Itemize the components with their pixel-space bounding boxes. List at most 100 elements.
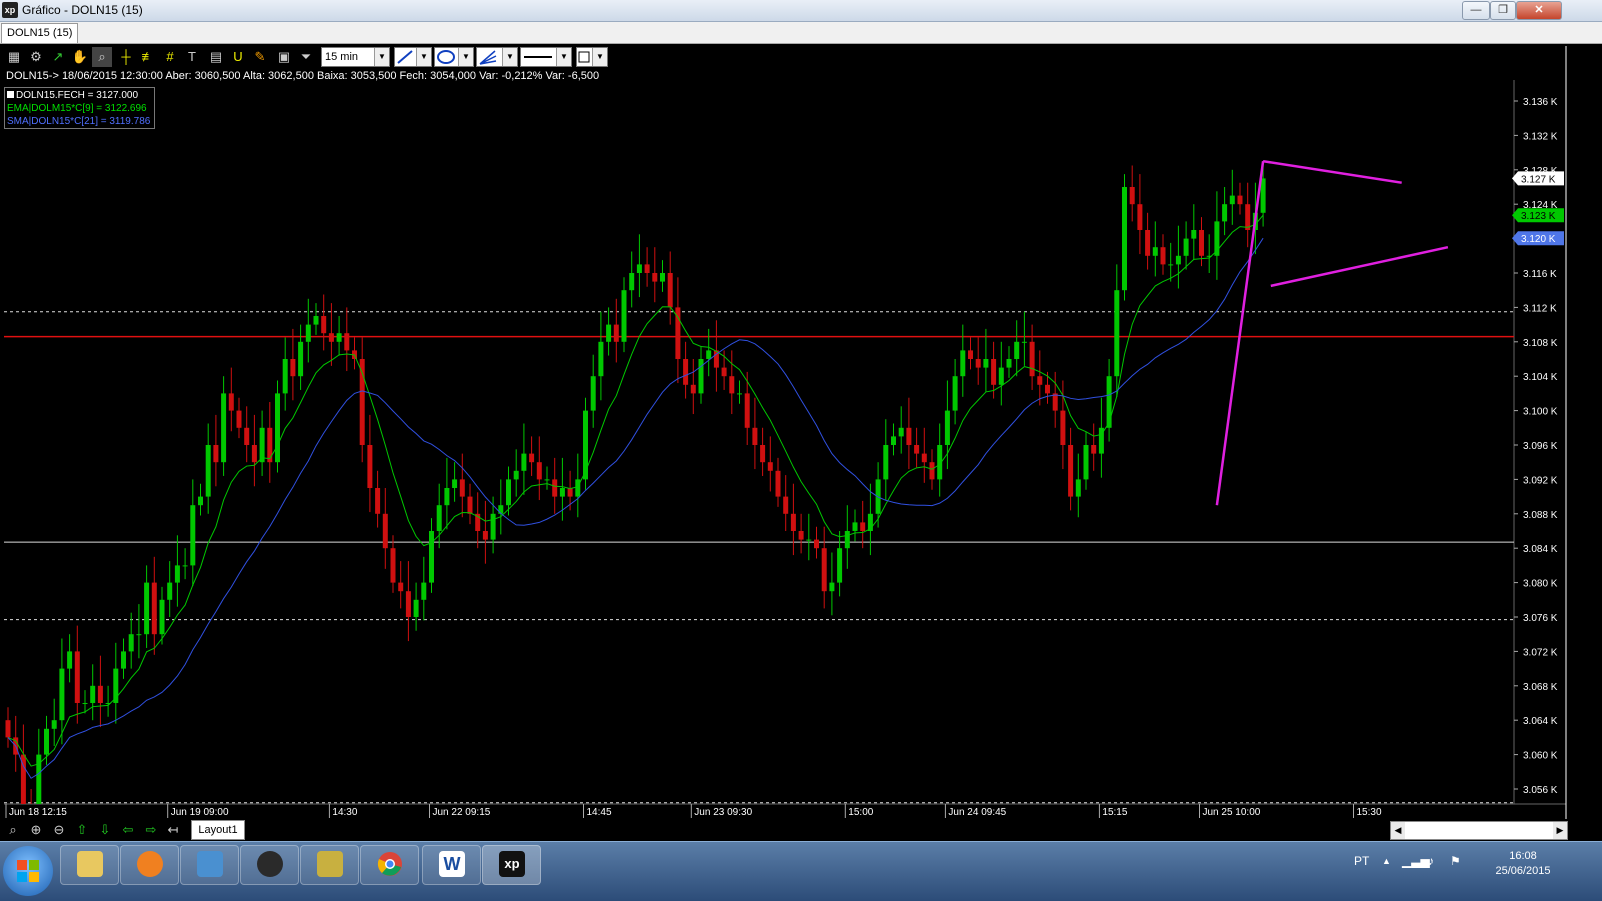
candle <box>298 324 304 390</box>
candle <box>1037 350 1043 406</box>
candle <box>621 277 627 353</box>
y-tick-label: 3.064 K <box>1523 716 1558 727</box>
candle <box>590 354 596 428</box>
legend-close-text: DOLN15.FECH = 3127.000 <box>16 90 139 101</box>
candle <box>921 427 927 483</box>
candle <box>1006 346 1012 378</box>
candle <box>1083 432 1089 490</box>
taskbar-word[interactable]: W <box>422 845 481 885</box>
layout-tab[interactable]: Layout1 <box>191 820 245 840</box>
y-tick-label: 3.080 K <box>1523 579 1558 590</box>
y-tick-label: 3.136 K <box>1523 97 1558 108</box>
taskbar-chrome[interactable] <box>360 845 419 885</box>
scroll-left-button[interactable]: ◀ <box>1391 822 1405 839</box>
candle <box>1229 169 1235 225</box>
legend-close: DOLN15.FECH = 3127.000 <box>7 89 152 102</box>
y-tick-label: 3.076 K <box>1523 613 1558 624</box>
taskbar-network[interactable] <box>180 845 239 885</box>
taskbar-media-player[interactable] <box>120 845 179 885</box>
candle <box>1206 234 1212 273</box>
candle <box>1245 182 1251 248</box>
candle <box>475 492 481 549</box>
candle <box>436 483 442 549</box>
candle <box>837 531 843 597</box>
x-tick-label: 15:30 <box>1357 807 1382 818</box>
candle <box>729 350 735 415</box>
candle <box>144 565 150 648</box>
candle <box>398 561 404 609</box>
y-tick-label: 3.116 K <box>1523 269 1557 280</box>
volume-icon[interactable]: ♪ <box>1428 854 1434 868</box>
system-clock[interactable]: 16:08 25/06/2015 <box>1488 849 1558 879</box>
action-center-icon[interactable]: ⚑ <box>1450 854 1461 868</box>
svg-text:3.120 K: 3.120 K <box>1521 234 1556 245</box>
candle <box>236 397 242 439</box>
candle <box>798 513 804 554</box>
candle <box>1191 204 1197 260</box>
candle <box>760 427 766 476</box>
candle <box>1137 174 1143 255</box>
candle <box>521 423 527 495</box>
zoom-in-icon[interactable]: ⊕ <box>27 821 45 839</box>
pattern-line-2[interactable] <box>1270 245 1449 288</box>
candle <box>914 427 920 468</box>
candle <box>113 642 119 724</box>
scroll-right-button[interactable]: ▶ <box>1553 822 1567 839</box>
candle <box>598 311 604 401</box>
candle <box>675 277 681 384</box>
candle <box>82 690 88 714</box>
candle <box>937 423 943 497</box>
taskbar-app[interactable] <box>300 845 359 885</box>
arrow-down-icon[interactable]: ⇩ <box>96 821 114 839</box>
arrow-left-icon[interactable]: ⇦ <box>119 821 137 839</box>
candle <box>752 397 758 470</box>
candle <box>452 462 458 502</box>
zoom-out-icon[interactable]: ⊖ <box>50 821 68 839</box>
candle <box>790 483 796 556</box>
taskbar-explorer[interactable] <box>60 845 119 885</box>
candle <box>121 638 126 679</box>
taskbar-xp[interactable]: xp <box>482 845 541 885</box>
candle <box>44 715 49 765</box>
pattern-line-1[interactable] <box>1262 159 1402 184</box>
y-tick-label: 3.108 K <box>1523 338 1558 349</box>
ohlc-info-line: DOLN15-> 18/06/2015 12:30:00 Aber: 3060,… <box>6 70 600 82</box>
y-tick-label: 3.068 K <box>1523 682 1558 693</box>
candle <box>190 479 196 587</box>
sma-price-label: 3.120 K <box>1512 231 1564 246</box>
candle <box>459 453 465 518</box>
x-tick-label: 14:45 <box>587 807 612 818</box>
candle <box>1160 234 1166 275</box>
price-chart[interactable]: 3.136 K3.132 K3.128 K3.124 K3.120 K3.116… <box>0 0 1602 900</box>
clock-date: 25/06/2015 <box>1495 865 1551 877</box>
arrow-right-icon[interactable]: ⇨ <box>142 821 160 839</box>
candle <box>1175 225 1181 289</box>
media-player-icon <box>137 851 163 877</box>
taskbar-hp[interactable] <box>240 845 299 885</box>
candle <box>998 341 1004 406</box>
horizontal-scrollbar[interactable]: ◀ ▶ <box>1390 821 1568 840</box>
candle <box>698 346 704 404</box>
candle <box>90 664 96 721</box>
arrow-up-icon[interactable]: ⇧ <box>73 821 91 839</box>
return-icon[interactable]: ↤ <box>164 821 182 839</box>
x-tick-label: Jun 19 09:00 <box>171 807 229 818</box>
language-indicator[interactable]: PT <box>1354 854 1369 868</box>
clock-time: 16:08 <box>1509 850 1537 862</box>
candle <box>775 457 781 507</box>
folder-icon <box>77 851 103 877</box>
candle <box>613 298 619 363</box>
candle <box>1152 221 1158 277</box>
candle <box>205 423 211 514</box>
tray-expand-icon[interactable]: ▲ <box>1382 856 1391 866</box>
signal-icon[interactable]: ▁▃▅ <box>1402 854 1430 868</box>
y-tick-label: 3.056 K <box>1523 785 1558 796</box>
candle <box>128 612 134 669</box>
xp-icon: xp <box>499 851 525 877</box>
y-tick-label: 3.072 K <box>1523 647 1558 658</box>
candle <box>352 337 357 370</box>
candle <box>844 505 850 569</box>
candle <box>136 604 142 659</box>
start-button[interactable] <box>3 846 53 896</box>
zoom-icon[interactable]: ⌕ <box>4 821 22 839</box>
